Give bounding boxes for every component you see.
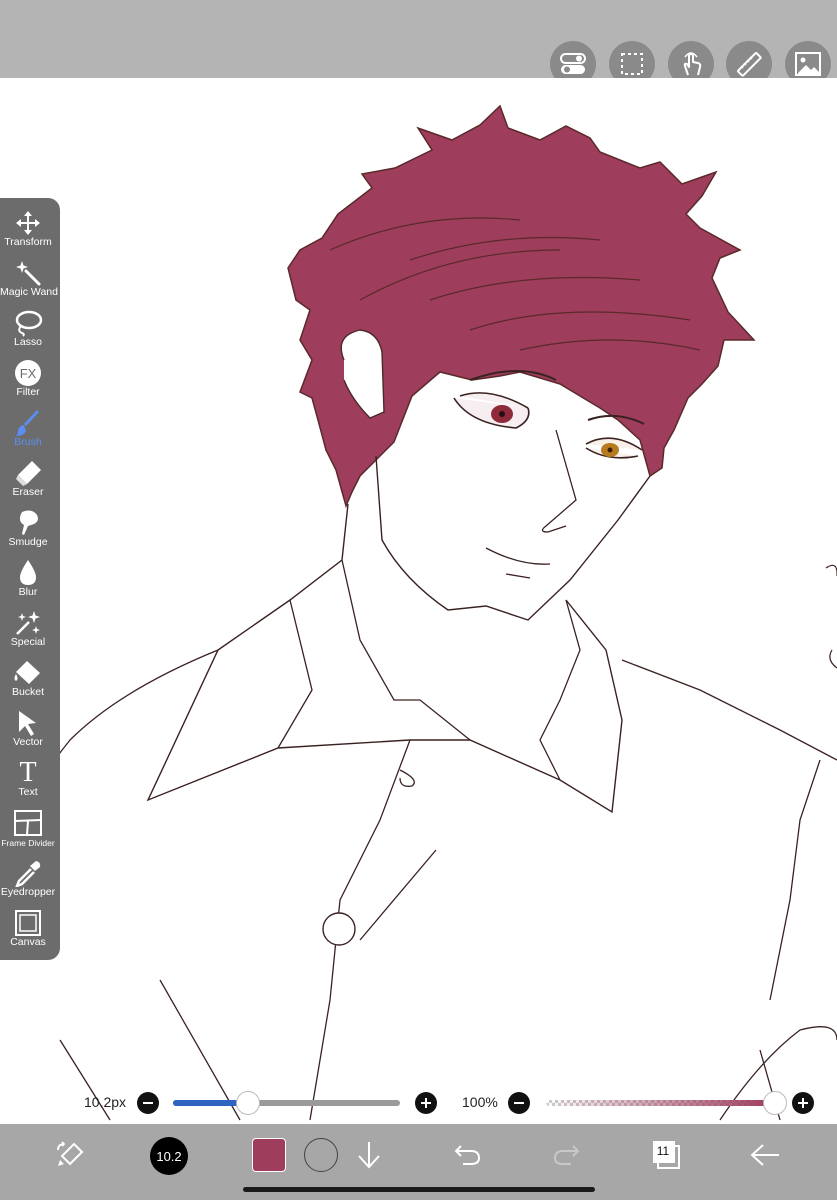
fx-icon: FX xyxy=(11,360,45,386)
smudge-icon xyxy=(11,510,45,536)
bucket-icon xyxy=(11,660,45,686)
tool-vector[interactable]: Vector xyxy=(0,704,56,754)
tool-label: Lasso xyxy=(13,336,43,348)
layers-button[interactable]: 11 xyxy=(650,1138,682,1172)
tool-label: Eyedropper xyxy=(0,886,56,898)
top-toolbar xyxy=(0,0,837,87)
tool-smudge[interactable]: Smudge xyxy=(0,504,56,554)
text-icon-glyph: T xyxy=(19,757,37,788)
opacity-slider-knob[interactable] xyxy=(763,1091,787,1115)
primary-color-swatch[interactable] xyxy=(252,1138,286,1172)
tool-transform[interactable]: Transform xyxy=(0,204,56,254)
tool-label: Eraser xyxy=(12,486,44,498)
tool-label: Brush xyxy=(14,436,42,448)
text-icon: T xyxy=(11,757,45,788)
tool-lasso[interactable]: Lasso xyxy=(0,304,56,354)
brush-size-decrease-button[interactable] xyxy=(137,1092,159,1114)
canvas-icon xyxy=(11,910,45,936)
move-arrows-icon xyxy=(11,210,45,236)
redo-icon[interactable] xyxy=(550,1140,582,1170)
brush-size-increase-button[interactable] xyxy=(415,1092,437,1114)
sparkle-icon xyxy=(11,610,45,636)
swap-tools-icon[interactable] xyxy=(52,1138,88,1174)
opacity-value: 100% xyxy=(462,1094,498,1110)
tool-label: Magic Wand xyxy=(0,286,58,298)
tool-label: Text xyxy=(18,786,38,798)
tool-canvas[interactable]: Canvas xyxy=(0,904,56,954)
tool-label: Frame Divider xyxy=(1,838,55,848)
artwork-illustration xyxy=(0,104,837,1121)
frame-divider-icon xyxy=(11,810,45,836)
tool-eraser[interactable]: Eraser xyxy=(0,454,56,504)
lasso-icon xyxy=(11,310,45,337)
opacity-slider-fill xyxy=(546,1100,773,1106)
tool-label: Special xyxy=(10,636,46,648)
pointer-icon xyxy=(11,710,45,736)
brush-size-value: 10.2px xyxy=(84,1094,127,1110)
home-indicator xyxy=(243,1187,595,1192)
download-arrow-icon[interactable] xyxy=(354,1138,384,1172)
tool-label: Filter xyxy=(16,386,40,398)
drawing-canvas[interactable] xyxy=(0,78,837,1124)
plus-icon xyxy=(421,1098,431,1108)
tool-label: Vector xyxy=(13,736,43,748)
tool-special[interactable]: Special xyxy=(0,604,56,654)
tool-label: Blur xyxy=(18,586,38,598)
tool-label: Smudge xyxy=(8,536,48,548)
brush-size-slider-knob[interactable] xyxy=(235,1091,260,1115)
opacity-slider[interactable] xyxy=(546,1091,787,1115)
tool-blur[interactable]: Blur xyxy=(0,554,56,604)
tool-bucket[interactable]: Bucket xyxy=(0,654,56,704)
layer-count: 11 xyxy=(656,1144,670,1158)
fx-icon-text: FX xyxy=(20,366,37,381)
opacity-decrease-button[interactable] xyxy=(508,1092,530,1114)
slider-bar: 10.2px 100% xyxy=(0,1085,837,1121)
tool-palette: Transform Magic Wand Lasso FX Filter Bru… xyxy=(0,198,60,960)
tool-eyedropper[interactable]: Eyedropper xyxy=(0,854,56,904)
tool-label: Bucket xyxy=(11,686,45,698)
eraser-icon xyxy=(11,460,45,486)
drop-icon xyxy=(11,560,45,586)
back-arrow-icon[interactable] xyxy=(748,1140,782,1170)
minus-icon xyxy=(514,1102,524,1104)
tool-frame-divider[interactable]: Frame Divider xyxy=(0,804,56,854)
brush-size-slider[interactable] xyxy=(173,1091,400,1115)
secondary-color-swatch[interactable] xyxy=(304,1138,338,1172)
brush-icon xyxy=(11,410,45,436)
tool-filter[interactable]: FX Filter xyxy=(0,354,56,404)
plus-icon xyxy=(798,1098,808,1108)
tool-brush[interactable]: Brush xyxy=(0,404,56,454)
tool-label: Canvas xyxy=(10,936,46,948)
tool-magic-wand[interactable]: Magic Wand xyxy=(0,254,58,304)
tool-label: Transform xyxy=(4,236,52,248)
tool-text[interactable]: T Text xyxy=(0,754,56,804)
undo-icon[interactable] xyxy=(452,1140,484,1170)
minus-icon xyxy=(143,1102,153,1104)
eyedropper-icon xyxy=(11,860,45,887)
brush-size-badge[interactable]: 10.2 xyxy=(150,1137,188,1175)
opacity-increase-button[interactable] xyxy=(792,1092,814,1114)
magic-wand-icon xyxy=(11,260,45,286)
